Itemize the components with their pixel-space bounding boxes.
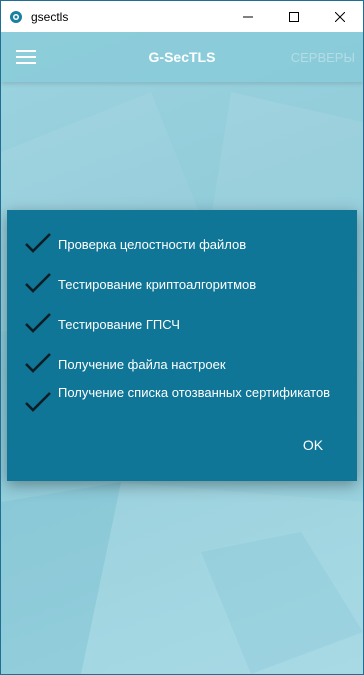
app-logo-icon <box>10 10 22 23</box>
checkmark-icon <box>25 392 51 412</box>
maximize-button[interactable] <box>271 1 317 32</box>
startup-checks-dialog: Проверка целостности файлов Тестирование… <box>7 210 357 481</box>
minimize-button[interactable] <box>225 1 271 32</box>
close-button[interactable] <box>317 1 363 32</box>
check-item-rng-tests: Тестирование ГПСЧ <box>7 308 357 348</box>
check-item-file-integrity: Проверка целостности файлов <box>7 228 357 268</box>
check-item-label: Проверка целостности файлов <box>58 237 247 252</box>
checkmark-icon <box>25 313 51 333</box>
servers-button[interactable]: СЕРВЕРЫ <box>291 50 355 65</box>
check-item-label: Получение списка отозванных сертификатов <box>58 385 331 400</box>
maximize-icon <box>289 11 299 22</box>
app-window: gsectls G-SecTLS СЕРВЕРЫ Проверка целост… <box>0 0 364 675</box>
window-titlebar[interactable]: gsectls <box>1 1 363 32</box>
checkmark-icon <box>25 233 51 253</box>
check-item-label: Тестирование криптоалгоритмов <box>58 277 257 292</box>
check-item-label: Получение файла настроек <box>58 357 226 372</box>
window-title: gsectls <box>31 9 69 24</box>
app-toolbar: G-SecTLS СЕРВЕРЫ <box>1 32 363 82</box>
checkmark-icon <box>25 353 51 373</box>
checkmark-icon <box>25 273 51 293</box>
minimize-icon <box>243 16 253 17</box>
close-icon <box>335 11 345 22</box>
check-item-label: Тестирование ГПСЧ <box>58 317 180 332</box>
check-item-revoked-certs: Получение списка отозванных сертификатов <box>7 381 357 437</box>
check-item-crypto-tests: Тестирование криптоалгоритмов <box>7 268 357 308</box>
ok-button[interactable]: OK <box>297 437 329 457</box>
